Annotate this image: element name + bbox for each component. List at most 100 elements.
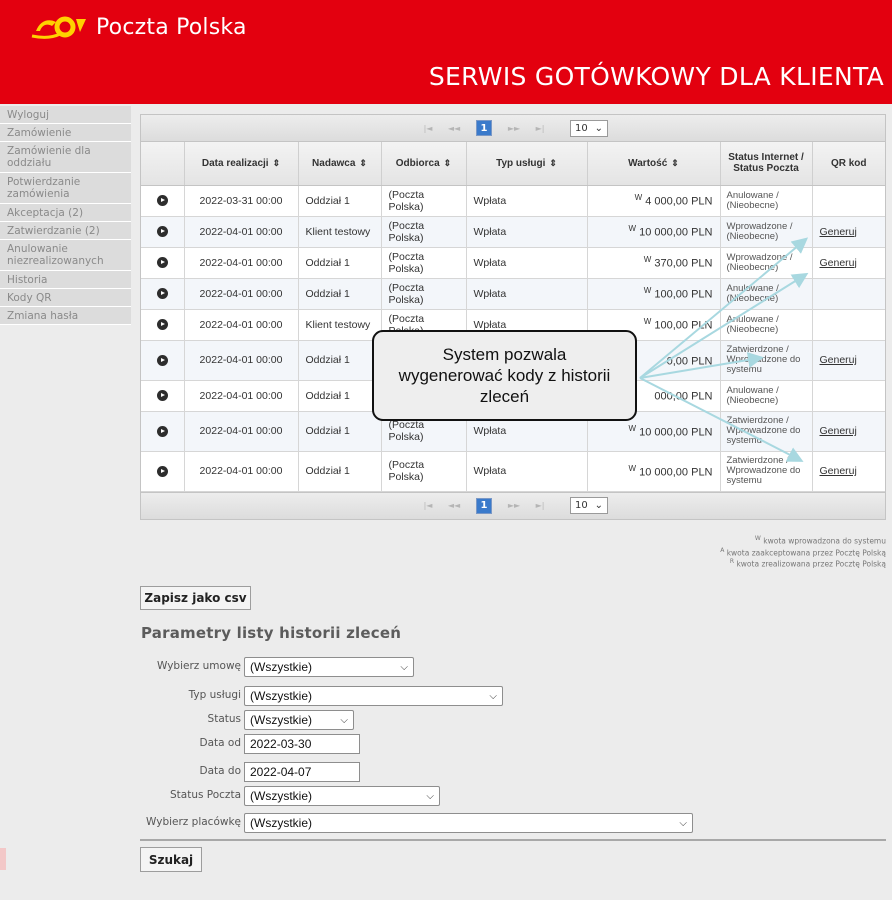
expand-row-icon[interactable] <box>156 226 168 238</box>
data-do-input[interactable]: 2022-04-07 <box>244 762 360 782</box>
history-grid: Data realizacji ⇕ Nadawca ⇕ Odbiorca ⇕ Typ … <box>141 142 885 492</box>
cell-qr: Generuj <box>812 216 885 248</box>
generate-qr-link[interactable]: Generuj <box>820 257 857 269</box>
col-value[interactable]: Wartość ⇕ <box>587 142 721 186</box>
cell-value: W 100,00 PLN <box>587 278 721 310</box>
last-page-button[interactable]: ►| <box>530 124 550 133</box>
value-mark: W <box>628 224 637 234</box>
cell-date: 2022-04-01 00:00 <box>184 278 299 310</box>
expand-row-icon[interactable] <box>156 288 168 300</box>
data-od-input[interactable]: 2022-03-30 <box>244 734 360 754</box>
cell-date: 2022-04-01 00:00 <box>184 451 299 492</box>
sidebar-item-akceptacja[interactable]: Akceptacja (2) <box>0 204 131 222</box>
value-amount: 0,00 PLN <box>666 355 713 368</box>
cell-qr: Generuj <box>812 411 885 452</box>
current-page[interactable]: 1 <box>476 497 492 514</box>
sidebar-item-anulowanie[interactable]: Anulowanie niezrealizowanych <box>0 240 131 271</box>
cell-sender: Oddział 1 <box>298 451 382 492</box>
sort-icon: ⇕ <box>443 157 452 168</box>
cell-status: Anulowane / (Nieobecne) <box>720 185 813 217</box>
pager-bottom: |◄ ◄◄ 1 ►► ►| 10 ⌄ <box>141 491 885 519</box>
expand-row-icon[interactable] <box>156 354 168 366</box>
value-legend: W kwota wprowadzona do systemu A kwota z… <box>720 534 886 569</box>
value-amount: 100,00 PLN <box>654 319 713 332</box>
cell-sender: Oddział 1 <box>298 380 382 412</box>
umowa-label: Wybierz umowę <box>157 660 241 672</box>
col-status: Status Internet / Status Poczta <box>720 142 813 186</box>
legend-line: R kwota zrealizowana przez Pocztę Polską <box>729 558 886 569</box>
prev-page-button[interactable]: ◄◄ <box>444 501 464 510</box>
expand-row-icon[interactable] <box>156 319 168 331</box>
sidebar-item-kody-qr[interactable]: Kody QR <box>0 289 131 307</box>
expand-row-icon[interactable] <box>156 257 168 269</box>
value-amount: 4 000,00 PLN <box>645 195 713 208</box>
page-size-select[interactable]: 10 ⌄ <box>570 497 608 514</box>
col-type[interactable]: Typ usługi ⇕ <box>466 142 588 186</box>
placowka-select[interactable]: (Wszystkie) ⌵ <box>244 813 693 833</box>
sidebar-item-potwierdzanie[interactable]: Potwierdzanie zamówienia <box>0 173 131 204</box>
chevron-down-icon: ⌄ <box>594 122 603 134</box>
sidebar-menu: Wyloguj Zamówienie Zamówienie dla oddzia… <box>0 106 131 325</box>
row-expand-cell <box>141 216 185 248</box>
cell-date: 2022-04-01 00:00 <box>184 309 299 341</box>
cell-type: Wpłata <box>466 278 588 310</box>
sidebar-item-zamowienie-dla-oddzialu[interactable]: Zamówienie dla oddziału <box>0 142 131 173</box>
expand-row-icon[interactable] <box>156 195 168 207</box>
cell-date: 2022-04-01 00:00 <box>184 411 299 452</box>
search-button[interactable]: Szukaj <box>140 847 202 872</box>
expand-row-icon[interactable] <box>156 390 168 402</box>
last-page-button[interactable]: ►| <box>530 501 550 510</box>
expand-row-icon[interactable] <box>156 425 168 437</box>
cell-qr <box>812 380 885 412</box>
page-size-select[interactable]: 10 ⌄ <box>570 119 608 137</box>
sort-icon: ⇕ <box>671 157 679 168</box>
data-od-label: Data od <box>199 737 242 749</box>
sidebar-item-zamowienie[interactable]: Zamówienie <box>0 124 131 142</box>
divider <box>140 839 886 841</box>
chevron-down-icon: ⌄ <box>594 500 603 511</box>
placowka-label: Wybierz placówkę <box>146 816 241 828</box>
cell-date: 2022-04-01 00:00 <box>184 340 299 381</box>
cell-sender: Klient testowy <box>298 216 382 248</box>
generate-qr-link[interactable]: Generuj <box>820 465 857 477</box>
poczta-polska-logo[interactable]: Poczta Polska <box>30 12 247 42</box>
generate-qr-link[interactable]: Generuj <box>820 226 857 238</box>
sidebar-item-historia[interactable]: Historia <box>0 271 131 289</box>
cell-recipient: (Poczta Polska) <box>381 278 467 310</box>
umowa-select[interactable]: (Wszystkie) ⌵ <box>244 657 414 677</box>
cell-sender: Oddział 1 <box>298 185 382 217</box>
value-mark: W <box>634 193 643 203</box>
cell-date: 2022-04-01 00:00 <box>184 380 299 412</box>
typ-uslugi-select[interactable]: (Wszystkie) ⌵ <box>244 686 503 706</box>
chevron-down-icon: ⌵ <box>679 817 687 829</box>
current-page[interactable]: 1 <box>476 120 492 136</box>
generate-qr-link[interactable]: Generuj <box>820 425 857 437</box>
cell-status: Anulowane / (Nieobecne) <box>720 278 813 310</box>
status-select[interactable]: (Wszystkie) ⌵ <box>244 710 354 730</box>
first-page-button[interactable]: |◄ <box>418 501 438 510</box>
sidebar-item-zatwierdzanie[interactable]: Zatwierdzanie (2) <box>0 222 131 240</box>
status-poczta-select[interactable]: (Wszystkie) ⌵ <box>244 786 440 806</box>
main-content: |◄ ◄◄ 1 ►► ►| 10 ⌄ Data realizacji ⇕ Nadaw… <box>140 114 886 520</box>
typ-uslugi-label: Typ usługi <box>188 689 241 701</box>
data-do-label: Data do <box>199 765 242 777</box>
col-date[interactable]: Data realizacji ⇕ <box>184 142 299 186</box>
save-csv-button[interactable]: Zapisz jako csv <box>140 586 251 610</box>
cell-recipient: (Poczta Polska) <box>381 185 467 217</box>
first-page-button[interactable]: |◄ <box>418 124 438 133</box>
expand-row-icon[interactable] <box>156 465 168 477</box>
next-page-button[interactable]: ►► <box>504 501 524 510</box>
sidebar-item-zmiana-hasla[interactable]: Zmiana hasła <box>0 307 131 325</box>
next-page-button[interactable]: ►► <box>504 124 524 133</box>
col-recipient[interactable]: Odbiorca ⇕ <box>381 142 467 186</box>
col-sender[interactable]: Nadawca ⇕ <box>298 142 382 186</box>
cell-date: 2022-04-01 00:00 <box>184 216 299 248</box>
row-expand-cell <box>141 247 185 279</box>
generate-qr-link[interactable]: Generuj <box>820 354 857 366</box>
cell-type: Wpłata <box>466 185 588 217</box>
cell-type: Wpłata <box>466 247 588 279</box>
value-amount: 10 000,00 PLN <box>639 426 713 439</box>
sidebar-item-wyloguj[interactable]: Wyloguj <box>0 106 131 124</box>
value-amount: 000,00 PLN <box>654 390 713 403</box>
prev-page-button[interactable]: ◄◄ <box>444 124 464 133</box>
